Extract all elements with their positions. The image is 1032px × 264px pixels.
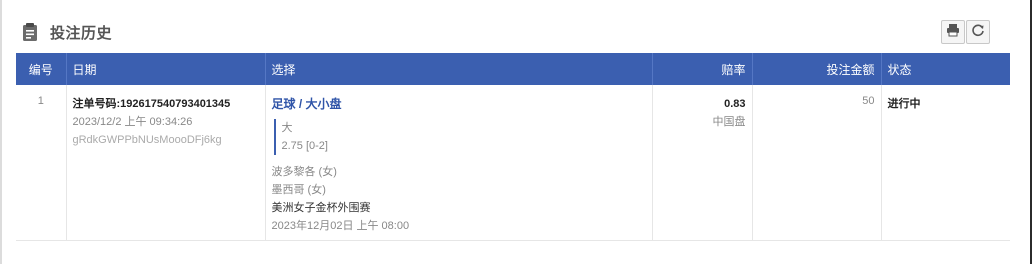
bet-datetime: 2023/12/2 上午 09:34:26	[72, 116, 193, 128]
col-header-selection[interactable]: 选择	[265, 53, 653, 85]
page-title: 投注历史	[50, 25, 113, 42]
print-button[interactable]	[941, 20, 965, 44]
refresh-icon	[971, 23, 985, 42]
col-header-odds[interactable]: 赔率	[652, 53, 753, 85]
status-badge: 进行中	[881, 85, 1010, 241]
row-stake: 50	[752, 85, 882, 241]
window-left-edge	[0, 0, 2, 264]
printer-icon	[946, 23, 960, 42]
clipboard-icon	[22, 22, 38, 42]
col-header-status[interactable]: 状态	[881, 53, 1010, 85]
home-team: 波多黎各 (女)	[271, 166, 337, 178]
bet-reference: gRdkGWPPbNUsMoooDFj6kg	[72, 134, 222, 146]
bet-history-header: 投注历史	[20, 18, 1012, 48]
away-team: 墨西哥 (女)	[271, 184, 326, 196]
col-header-date[interactable]: 日期	[66, 53, 266, 85]
row-selection-cell: 足球 / 大小盘 大 2.75 [0-2] 波多黎各 (女) 墨西哥 (女) 美…	[265, 85, 653, 241]
row-id: 1	[16, 85, 67, 241]
bet-history-table: 编号 日期 选择 赔率 投注金额 状态 1 注单号码:1926175407934…	[16, 53, 1010, 241]
selection-pick: 大	[281, 122, 293, 134]
col-header-stake[interactable]: 投注金额	[752, 53, 882, 85]
order-number: 注单号码:192617540793401345	[72, 98, 231, 110]
table-row: 1 注单号码:192617540793401345 2023/12/2 上午 0…	[16, 85, 1010, 241]
table-header-row: 编号 日期 选择 赔率 投注金额 状态	[16, 53, 1010, 85]
selection-line: 2.75 [0-2]	[281, 140, 328, 152]
row-date-cell: 注单号码:192617540793401345 2023/12/2 上午 09:…	[66, 85, 266, 241]
league-name: 美洲女子金杯外围赛	[271, 202, 371, 214]
odds-type: 中国盘	[712, 116, 746, 128]
col-header-id[interactable]: 编号	[16, 53, 67, 85]
match-time: 2023年12月02日 上午 08:00	[271, 220, 410, 232]
odds-value: 0.83	[724, 98, 746, 110]
selection-detail: 大 2.75 [0-2]	[273, 119, 646, 155]
row-odds-cell: 0.83 中国盘	[652, 85, 753, 241]
refresh-button[interactable]	[966, 20, 990, 44]
market-link[interactable]: 足球 / 大小盘	[272, 95, 646, 113]
